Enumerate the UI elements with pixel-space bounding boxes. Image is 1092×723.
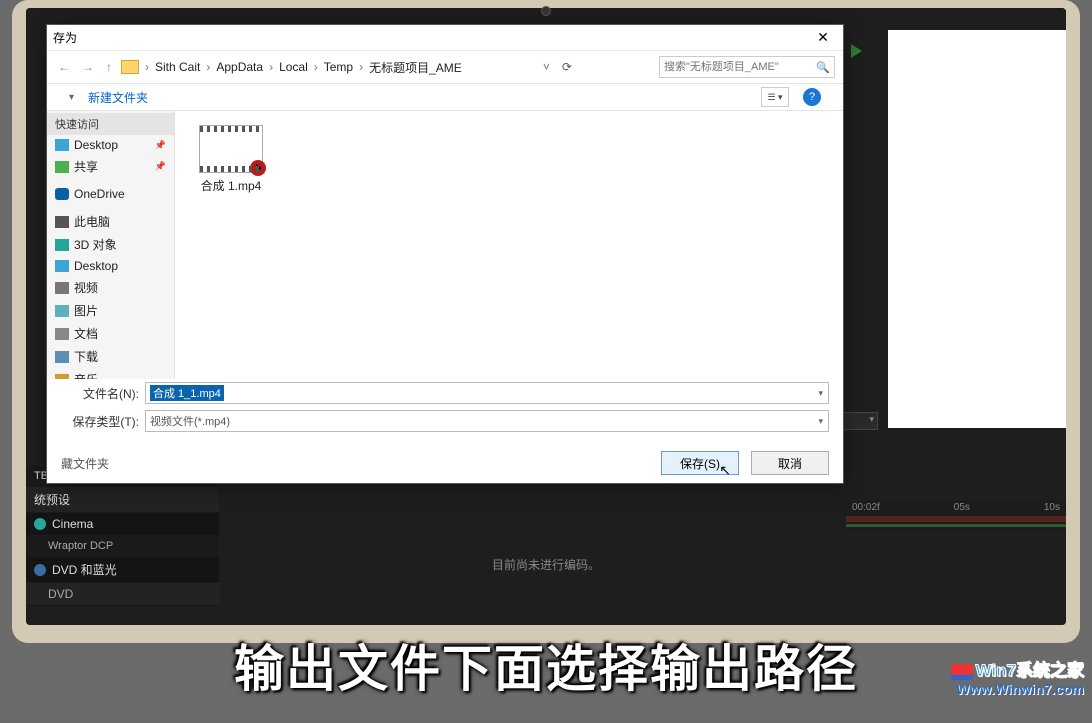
pc-icon <box>55 216 69 228</box>
sidebar-item-onedrive[interactable]: OneDrive <box>47 184 174 204</box>
tick-label: 00:02f <box>852 502 880 513</box>
watermark: Win7系统之家 Www.Winwin7.com <box>951 656 1084 697</box>
play-icon[interactable] <box>851 44 862 58</box>
refresh-icon[interactable]: ⟳ <box>556 60 578 74</box>
breadcrumb-segment[interactable]: Sith Cait <box>155 60 200 74</box>
preset-row-dvd-bluray[interactable]: DVD 和蓝光 <box>26 557 219 583</box>
new-folder-button[interactable]: 新建文件夹 <box>88 89 148 106</box>
preset-row-system[interactable]: 统预设 <box>26 487 219 513</box>
laptop-camera <box>541 6 551 16</box>
file-name-label: 合成 1.mp4 <box>201 179 262 193</box>
video-thumbnail-icon <box>199 125 263 173</box>
panel-dropdown[interactable] <box>842 412 878 430</box>
tick-label: 10s <box>1044 502 1060 513</box>
preview-panel <box>888 30 1066 428</box>
sidebar-item-share[interactable]: 共享📌 <box>47 155 174 178</box>
breadcrumb-segment[interactable]: AppData <box>216 60 263 74</box>
tick-label: 05s <box>954 502 970 513</box>
filetype-dropdown[interactable]: 视频文件(*.mp4) <box>145 410 829 432</box>
folder-icon <box>121 60 139 74</box>
nav-fwd-icon[interactable]: → <box>79 60 97 74</box>
disc-icon <box>34 564 46 576</box>
help-icon[interactable]: ? <box>803 88 821 106</box>
breadcrumb-segment[interactable]: Local <box>279 60 308 74</box>
file-item[interactable]: 合成 1.mp4 <box>193 125 269 194</box>
organize-chevron-icon[interactable]: ▾ <box>69 92 74 103</box>
play-badge-icon <box>250 160 266 176</box>
desktop-icon <box>55 260 69 272</box>
share-icon <box>55 161 69 173</box>
dialog-toolbar: ▾ 新建文件夹 ☰ ▾ ? <box>47 83 843 111</box>
video-icon <box>55 282 69 294</box>
dialog-titlebar[interactable]: 存为 ✕ <box>47 25 843 51</box>
filename-label: 文件名(N): <box>61 385 139 402</box>
pin-icon: 📌 <box>155 140 166 151</box>
close-icon[interactable]: ✕ <box>809 29 837 46</box>
sidebar-item-this-pc[interactable]: 此电脑 <box>47 210 174 233</box>
desktop-icon <box>55 139 69 151</box>
sidebar-item-documents[interactable]: 文档 <box>47 322 174 345</box>
filetype-label: 保存类型(T): <box>61 413 139 430</box>
save-as-dialog: 存为 ✕ ← → ↑ › Sith Cait› AppData› Local› … <box>46 24 844 484</box>
nav-back-icon[interactable]: ← <box>55 60 73 74</box>
filename-input[interactable]: 合成 1_1.mp4 <box>145 382 829 404</box>
preset-row-dvd[interactable]: DVD <box>26 583 219 606</box>
search-field[interactable] <box>664 61 816 73</box>
timeline-track-red <box>846 516 1066 522</box>
cancel-button[interactable]: 取消 <box>751 451 829 475</box>
preset-panel: TB 统预设 Cinema Wraptor DCP DVD 和蓝光 DVD <box>26 466 219 606</box>
filetype-value: 视频文件(*.mp4) <box>150 413 230 429</box>
timeline-ruler[interactable]: 00:02f 05s 10s <box>846 501 1066 531</box>
filename-value: 合成 1_1.mp4 <box>150 385 224 401</box>
breadcrumb-segment[interactable]: Temp <box>324 60 353 74</box>
onedrive-icon <box>55 188 69 200</box>
picture-icon <box>55 305 69 317</box>
mouse-cursor-icon: ↖ <box>719 462 731 479</box>
sidebar-item-music[interactable]: 音乐 <box>47 368 174 379</box>
sidebar-item-3d[interactable]: 3D 对象 <box>47 233 174 256</box>
folder-tree: 快速访问 Desktop📌 共享📌 OneDrive 此电脑 3D 对象 Des… <box>47 111 175 379</box>
sidebar-item-desktop2[interactable]: Desktop <box>47 256 174 276</box>
sidebar-item-videos[interactable]: 视频 <box>47 276 174 299</box>
pin-icon: 📌 <box>155 161 166 172</box>
subtitle-caption: 输出文件下面选择输出路径 <box>0 629 1092 701</box>
preset-row-cinema[interactable]: Cinema <box>26 513 219 536</box>
hide-folders-toggle[interactable]: 藏文件夹 <box>61 455 109 472</box>
search-input[interactable]: 🔍 <box>659 56 835 78</box>
document-icon <box>55 328 69 340</box>
nav-up-icon[interactable]: ↑ <box>103 60 115 74</box>
file-list-pane[interactable]: 合成 1.mp4 <box>175 111 843 379</box>
breadcrumb-segment[interactable]: 无标题项目_AME <box>369 59 462 76</box>
dialog-title: 存为 <box>53 29 77 46</box>
cube-icon <box>55 239 69 251</box>
sidebar-item-desktop[interactable]: Desktop📌 <box>47 135 174 155</box>
cinema-icon <box>34 518 46 530</box>
timeline-track-green <box>846 524 1066 527</box>
search-icon: 🔍 <box>816 61 830 74</box>
flag-icon <box>951 664 973 680</box>
sidebar-item-downloads[interactable]: 下载 <box>47 345 174 368</box>
address-bar: ← → ↑ › Sith Cait› AppData› Local› Temp›… <box>47 51 843 83</box>
sidebar-item-pictures[interactable]: 图片 <box>47 299 174 322</box>
download-icon <box>55 351 69 363</box>
preset-row-wraptor[interactable]: Wraptor DCP <box>26 536 219 557</box>
quick-access-header[interactable]: 快速访问 <box>47 113 174 135</box>
view-mode-button[interactable]: ☰ ▾ <box>761 87 789 107</box>
encode-status-text: 目前尚未进行编码。 <box>492 556 600 573</box>
